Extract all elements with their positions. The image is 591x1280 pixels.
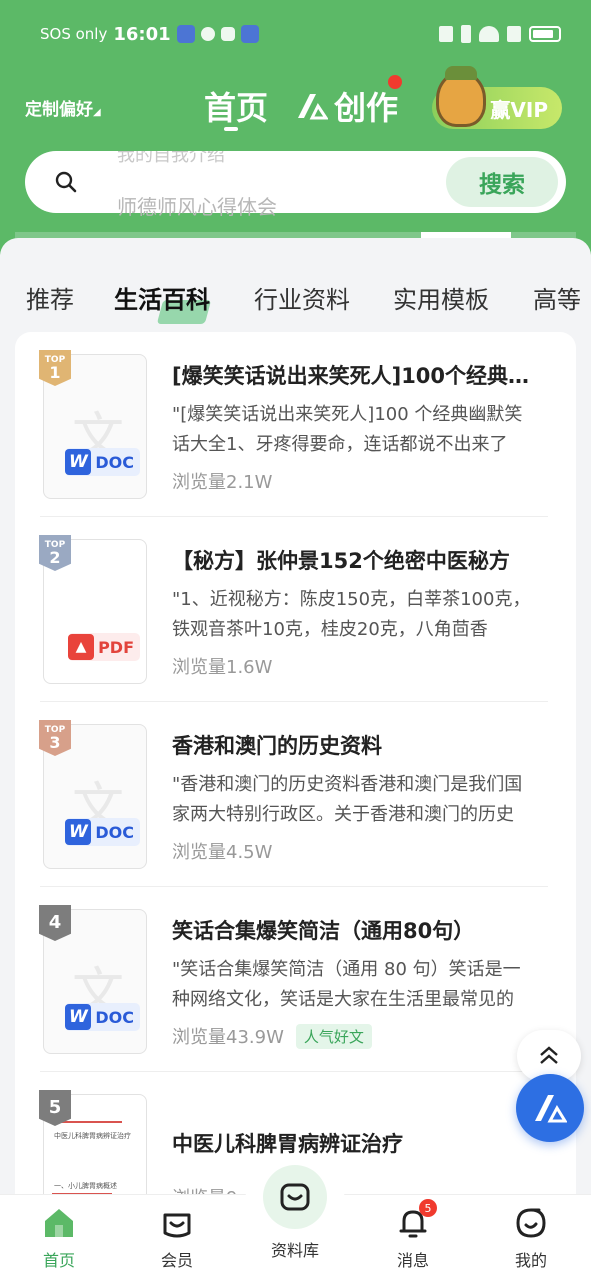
item-description: "笑话合集爆笑简洁（通用 80 句）笑话是一种网络文化，笑话是大家在生活里最常见… <box>172 959 521 1010</box>
item-description: "香港和澳门的历史资料香港和澳门是我们国家两大特别行政区。关于香港和澳门的历史 <box>172 774 523 825</box>
item-meta: 浏览量43.9W 人气好文 <box>172 1023 372 1049</box>
item-title: [爆笑笑话说出来笑死人]100个经典幽默笑话大全 <box>172 364 542 388</box>
category-tab[interactable]: 高等 <box>533 280 581 315</box>
vibrate-icon <box>461 25 471 43</box>
rank-badge: 4 <box>39 905 71 941</box>
app-icon <box>240 25 259 43</box>
nav-home-label: 首页 <box>42 1251 75 1270</box>
word-icon: W <box>65 449 92 475</box>
prefs-label: 定制偏好 <box>25 100 93 120</box>
popular-tag: 人气好文 <box>295 1023 372 1049</box>
vip-mascot-icon <box>436 66 486 127</box>
nav-profile[interactable]: 我的 <box>491 1205 571 1271</box>
create-red-dot <box>388 75 402 89</box>
create-logo-icon <box>535 1095 567 1123</box>
view-count: 浏览量2.1W <box>172 472 273 493</box>
message-badge: 5 <box>419 1199 437 1217</box>
search-button[interactable]: 搜索 <box>446 157 558 207</box>
doc-type-badge: W DOC <box>65 1003 140 1031</box>
item-title: 【秘方】张仲景152个绝密中医秘方 <box>172 549 510 573</box>
rank-badge: TOP 1 <box>39 350 71 386</box>
view-count: 浏览量1.6W <box>172 657 273 678</box>
item-title: 中医儿科脾胃病辨证治疗 <box>172 1132 403 1156</box>
nav-member[interactable]: 会员 <box>137 1205 217 1271</box>
item-title: 笑话合集爆笑简洁（通用80句） <box>172 919 475 943</box>
tab-home[interactable]: 首页 <box>204 83 268 129</box>
create-fab-button[interactable] <box>516 1074 584 1142</box>
doc-type-badge: W DOC <box>65 818 140 846</box>
category-tabs: 推荐 生活百科 行业资料 实用模板 高等 <box>0 268 591 328</box>
bottom-nav: 首页 会员 资料库 5 消息 我的 <box>0 1153 591 1280</box>
library-icon-bg <box>263 1165 327 1229</box>
list-item[interactable]: 文 WDOC TOP1 [爆笑笑话说出来笑死人]100个经典幽默笑话大全 "[爆… <box>15 332 576 517</box>
item-title: 香港和澳门的历史资料 <box>172 734 382 758</box>
category-tab[interactable]: 推荐 <box>26 280 74 315</box>
rank-badge: 5 <box>39 1090 71 1126</box>
category-tab[interactable]: 行业资料 <box>254 280 350 315</box>
bell-icon-wrap: 5 <box>395 1199 437 1241</box>
word-icon: W <box>65 819 92 845</box>
nav-messages-label: 消息 <box>396 1251 429 1270</box>
carrier-label: SOS only <box>40 25 108 43</box>
search-icon <box>55 171 77 193</box>
nav-library[interactable]: 资料库 <box>255 1165 335 1261</box>
doc-preview-title: 中医儿科脾胃病辨证治疗 <box>54 1132 131 1140</box>
tab-create[interactable]: 创作 <box>296 83 398 129</box>
category-tab[interactable]: 实用模板 <box>393 280 489 315</box>
profile-icon <box>516 1208 546 1238</box>
nfc-icon <box>439 26 453 42</box>
create-logo-icon <box>298 94 328 120</box>
member-icon <box>163 1213 191 1238</box>
list-item[interactable]: 文 W DOC TOP 3 香港和澳门的历史资料 "香港和澳门的历史资料香港和澳门是… <box>15 702 576 887</box>
prefs-button[interactable]: 定制偏好◢ <box>25 95 101 120</box>
search-bar[interactable]: 我的自我介绍 师德师风心得体会 搜索 <box>25 151 566 219</box>
rank-badge: TOP 3 <box>39 720 71 756</box>
item-description: "1、近视秘方：陈皮150克，白莘茶100克，铁观音茶叶10克，桂皮20克，八角… <box>172 589 531 640</box>
shield-icon <box>176 25 195 43</box>
item-meta: 浏览量1.6W <box>172 653 272 679</box>
search-input[interactable]: 师德师风心得体会 <box>117 191 277 220</box>
item-meta: 浏览量2.1W <box>172 468 272 494</box>
doc-type-badge: W DOC <box>65 448 140 476</box>
item-description: "[爆笑笑话说出来笑死人]100 个经典幽默笑话大全1、牙疼得要命，连话都说不出… <box>172 404 523 455</box>
tab-home-indicator <box>224 127 238 131</box>
library-icon <box>280 1183 310 1211</box>
notification-icon <box>200 27 215 41</box>
top-nav: 定制偏好◢ 首页 创作 赢VIP <box>0 66 591 135</box>
chevron-up-double-icon <box>540 1046 558 1064</box>
word-icon: W <box>65 1004 92 1030</box>
nav-home[interactable]: 首页 <box>19 1205 99 1271</box>
list-item[interactable]: 文 W DOC 4 笑话合集爆笑简洁（通用80句） "笑话合集爆笑简洁（通用 80… <box>15 887 576 1072</box>
doc-type-badge: ▲ PDF <box>68 633 140 661</box>
view-count: 浏览量43.9W <box>172 1027 284 1048</box>
battery-icon <box>529 26 561 42</box>
search-hint-previous: 我的自我介绍 <box>117 145 225 166</box>
view-count: 浏览量4.5W <box>172 842 273 863</box>
doc-preview-text: 一、小儿脾胃病概述 <box>54 1182 117 1190</box>
signal-icon <box>507 26 521 42</box>
triangle-icon: ◢ <box>93 107 101 118</box>
pdf-icon: ▲ <box>68 634 95 660</box>
nav-messages[interactable]: 5 消息 <box>373 1199 453 1271</box>
tab-create-label: 创作 <box>334 89 399 127</box>
status-bar: SOS only 16:01 <box>40 20 561 48</box>
category-tab-active[interactable]: 生活百科 <box>114 280 210 315</box>
download-icon <box>220 27 235 41</box>
item-meta: 浏览量4.5W <box>172 838 272 864</box>
nav-member-label: 会员 <box>160 1251 193 1270</box>
wifi-icon <box>479 26 499 42</box>
clock: 16:01 <box>113 23 171 45</box>
nav-library-label: 资料库 <box>270 1241 319 1260</box>
app-header: SOS only 16:01 定制偏好◢ 首页 创作 赢VIP 我的自我介绍 师… <box>0 0 591 270</box>
vip-label: 赢VIP <box>490 97 548 122</box>
list-item[interactable]: ▲ PDF TOP 2 【秘方】张仲景152个绝密中医秘方 "1、近视秘方：陈皮15… <box>15 517 576 702</box>
rank-badge: TOP 2 <box>39 535 71 571</box>
home-icon <box>45 1209 73 1237</box>
nav-profile-label: 我的 <box>514 1251 547 1270</box>
document-list: 文 WDOC TOP1 [爆笑笑话说出来笑死人]100个经典幽默笑话大全 "[爆… <box>15 332 576 1212</box>
